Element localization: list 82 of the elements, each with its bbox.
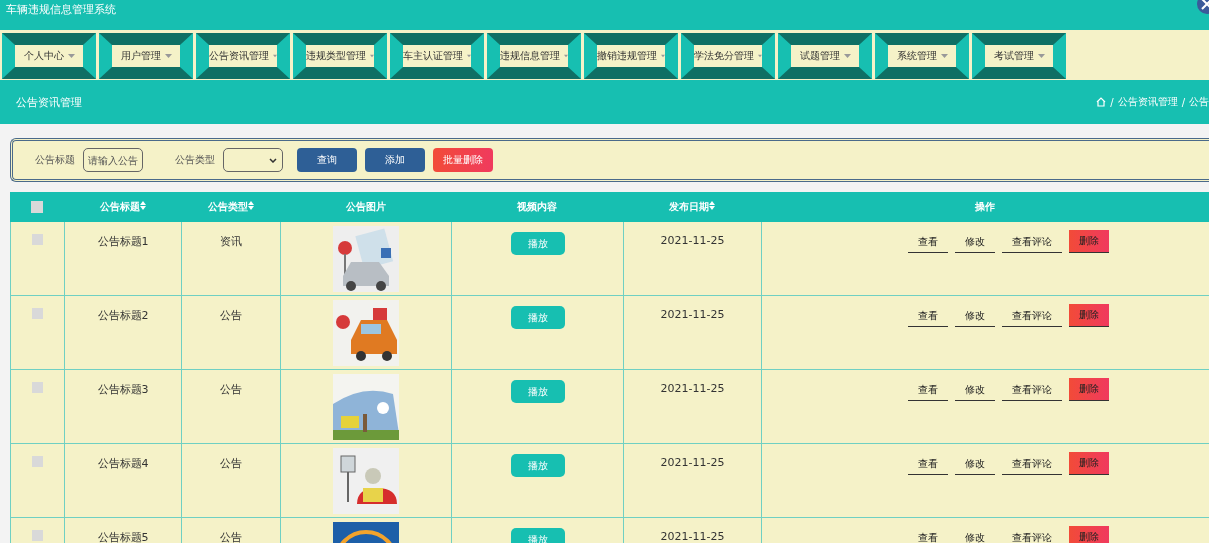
caret-icon <box>467 54 471 58</box>
row-action-button[interactable]: 查看 <box>908 230 948 253</box>
caret-icon <box>843 54 851 58</box>
nav-menu-tab[interactable]: 公告资讯管理 <box>196 33 290 79</box>
table-cell: 资讯 <box>220 234 242 249</box>
row-action-button[interactable]: 修改 <box>955 378 995 401</box>
nav-menu-tab[interactable]: 个人中心 <box>2 33 96 79</box>
row-action-button[interactable]: 修改 <box>955 304 995 327</box>
delete-button[interactable]: 删除 <box>1069 526 1109 543</box>
field-label: 公告类型 <box>175 153 215 167</box>
row-action-button[interactable]: 修改 <box>955 230 995 253</box>
action-button[interactable]: 查询 <box>297 148 357 172</box>
nav-menu-tab[interactable]: 试题管理 <box>778 33 872 79</box>
home-icon[interactable] <box>1096 97 1107 107</box>
row-checkbox[interactable] <box>32 530 43 541</box>
select-all-checkbox[interactable] <box>31 201 43 213</box>
row-action-button[interactable]: 查看 <box>908 452 948 475</box>
batch-delete-button[interactable]: 批量删除 <box>433 148 493 172</box>
type-select[interactable] <box>223 148 283 172</box>
row-checkbox[interactable] <box>32 234 43 245</box>
caret-icon <box>661 54 665 58</box>
field-label: 公告标题 <box>35 153 75 167</box>
nav-menu-tab[interactable]: 学法免分管理 <box>681 33 775 79</box>
caret-icon <box>1037 54 1045 58</box>
row-action-button[interactable]: 查看 <box>908 378 948 401</box>
row-action-button[interactable]: 查看评论 <box>1002 230 1062 253</box>
caret-icon <box>164 54 172 58</box>
row-action-button[interactable]: 查看评论 <box>1002 526 1062 543</box>
breadcrumb-separator: / <box>1181 96 1185 108</box>
column-header: 公告图片 <box>345 200 386 214</box>
delete-button[interactable]: 删除 <box>1069 304 1109 327</box>
delete-button[interactable]: 删除 <box>1069 230 1109 253</box>
column-header: 视频内容 <box>517 200 557 214</box>
nav-menu-tab[interactable]: 违规信息管理 <box>487 33 581 79</box>
row-action-button[interactable]: 查看 <box>908 304 948 327</box>
caret-icon <box>940 54 948 58</box>
table-cell: 公告标题1 <box>97 234 149 249</box>
caret-icon <box>758 54 762 58</box>
row-action-button[interactable]: 查看评论 <box>1002 452 1062 475</box>
table-cell: 公告标题4 <box>97 456 149 471</box>
table-cell: 2021-11-25 <box>660 308 725 321</box>
nav-menu-tab[interactable]: 违规类型管理 <box>293 33 387 79</box>
row-checkbox[interactable] <box>32 308 43 319</box>
sort-icon[interactable] <box>247 201 254 210</box>
caret-icon <box>67 54 75 58</box>
chevron-icon <box>269 157 277 163</box>
page-title: 公告资讯管理 <box>16 94 82 110</box>
row-action-button[interactable]: 查看评论 <box>1002 304 1062 327</box>
nav-menu-tab[interactable]: 考试管理 <box>972 33 1066 79</box>
caret-icon <box>273 54 277 58</box>
row-action-button[interactable]: 查看 <box>908 526 948 543</box>
nav-menu-tab[interactable]: 车主认证管理 <box>390 33 484 79</box>
table-cell: 公告标题5 <box>97 530 149 543</box>
sort-icon[interactable] <box>709 201 715 210</box>
table-cell: 2021-11-25 <box>660 530 725 543</box>
nav-menu-tab[interactable]: 用户管理 <box>99 33 193 79</box>
table-cell: 公告标题3 <box>97 382 149 397</box>
row-checkbox[interactable] <box>32 456 43 467</box>
table-cell: 公告 <box>220 308 242 323</box>
table-cell: 公告 <box>220 382 242 397</box>
nav-menu-tab[interactable]: 系统管理 <box>875 33 969 79</box>
caret-icon <box>370 54 374 58</box>
table-cell: 公告标题2 <box>97 308 149 323</box>
table-cell: 2021-11-25 <box>660 234 725 247</box>
action-button[interactable]: 添加 <box>365 148 425 172</box>
table-cell: 2021-11-25 <box>660 382 725 395</box>
delete-button[interactable]: 删除 <box>1069 378 1109 401</box>
table-cell: 公告 <box>220 530 242 543</box>
row-action-button[interactable]: 查看评论 <box>1002 378 1062 401</box>
row-checkbox[interactable] <box>32 382 43 393</box>
caret-icon <box>564 54 568 58</box>
row-action-button[interactable]: 修改 <box>955 452 995 475</box>
row-action-button[interactable]: 修改 <box>955 526 995 543</box>
title-input-field[interactable]: 请输入公告 <box>83 148 143 172</box>
breadcrumb-separator: / <box>1110 96 1114 108</box>
sort-icon[interactable] <box>139 201 146 210</box>
app-title: 车辆违规信息管理系统 <box>6 2 116 17</box>
delete-button[interactable]: 删除 <box>1069 452 1109 475</box>
column-header: 操作 <box>975 200 995 214</box>
nav-menu-tab[interactable]: 撤销违规管理 <box>584 33 678 79</box>
table-cell: 2021-11-25 <box>660 456 725 469</box>
table-cell: 公告 <box>220 456 242 471</box>
